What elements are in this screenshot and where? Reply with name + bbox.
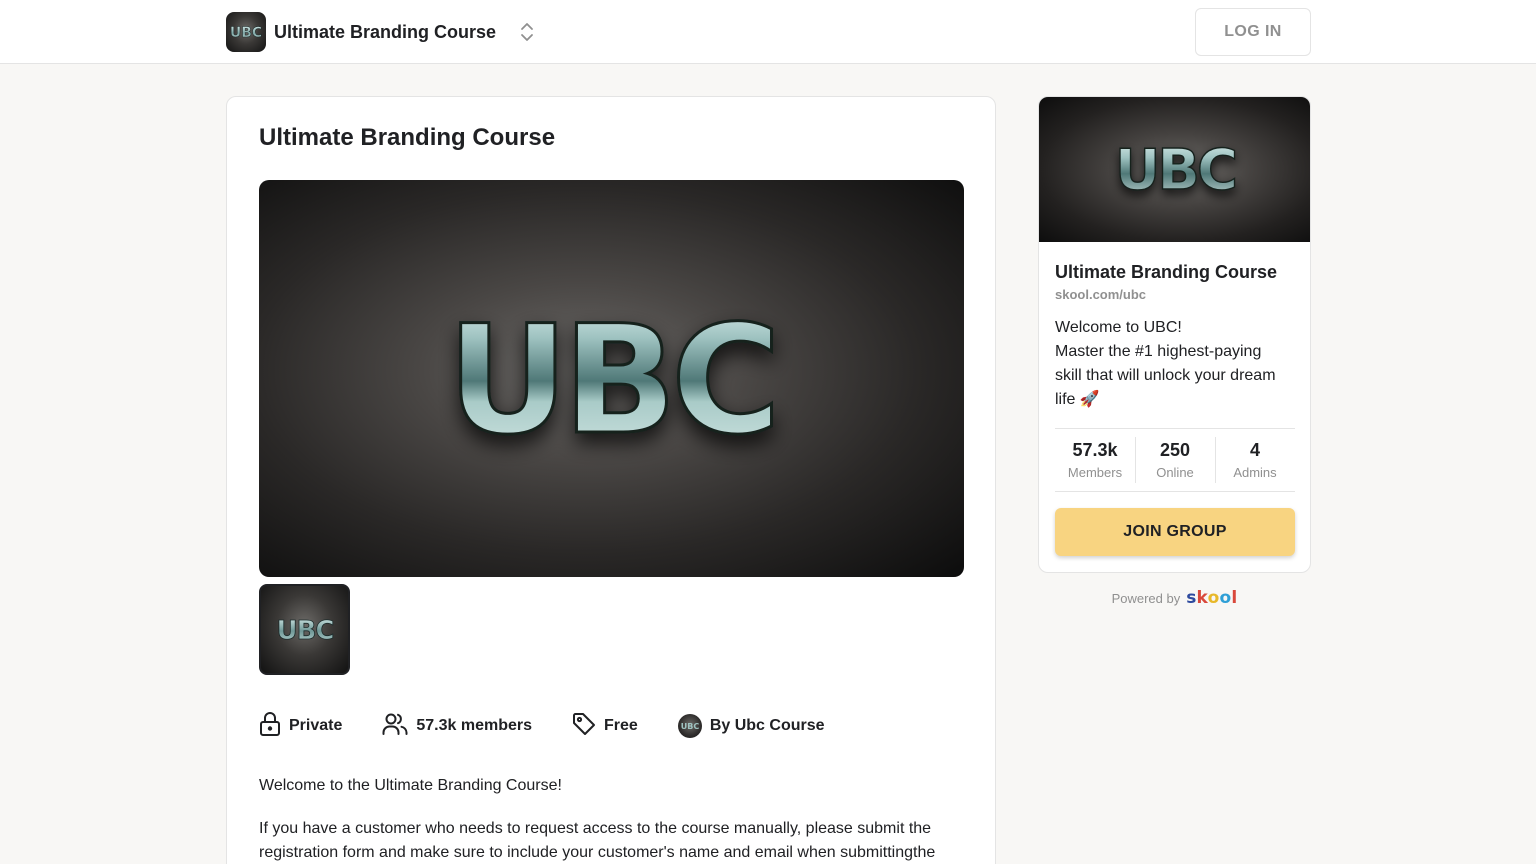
join-group-button[interactable]: JOIN GROUP [1055, 508, 1295, 556]
description-intro: Welcome to the Ultimate Branding Course! [259, 777, 562, 794]
skool-letter: s [1186, 588, 1197, 608]
skool-letter: l [1231, 588, 1238, 608]
privacy-info: Private [259, 711, 342, 742]
stat-online[interactable]: 250 Online [1135, 429, 1215, 491]
description-line: skill that will unlock your dream [1055, 367, 1276, 384]
group-logo-text: UBC [230, 25, 262, 40]
thumbnail-logo-text: UBC [276, 616, 333, 645]
group-short-description: Welcome to UBC! Master the #1 highest-pa… [1055, 316, 1295, 412]
stat-value: 57.3k [1072, 440, 1118, 460]
group-title: Ultimate Branding Course [1055, 262, 1278, 282]
privacy-label: Private [289, 717, 343, 734]
cover-logo-text: UBC [1115, 138, 1235, 203]
group-meta-row: Private 57.3k members Free UBC By Ubc Co… [259, 711, 865, 742]
group-url[interactable]: skool.com/ubc [1055, 287, 1146, 302]
owner-info[interactable]: UBC By Ubc Course [677, 714, 825, 738]
stat-members[interactable]: 57.3k Members [1055, 429, 1135, 491]
stat-admins[interactable]: 4 Admins [1215, 429, 1295, 491]
group-switcher[interactable]: UBC Ultimate Branding Course [226, 12, 536, 52]
hero-logo-text: UBC [447, 294, 775, 468]
page-title: Ultimate Branding Course [259, 124, 556, 151]
users-icon [382, 712, 408, 741]
price-label: Free [604, 717, 638, 734]
group-logo: UBC [226, 12, 266, 52]
powered-by-footer: Powered by skool [1038, 588, 1311, 608]
description-line: Welcome to UBC! [1055, 319, 1182, 336]
description-body: If you have a customer who needs to requ… [259, 820, 936, 861]
svg-text:UBC: UBC [681, 722, 700, 731]
skool-letter: o [1219, 588, 1232, 608]
description-line: Master the #1 highest-paying [1055, 343, 1262, 360]
skool-letter: k [1196, 588, 1208, 608]
stat-label: Members [1067, 465, 1123, 480]
members-info: 57.3k members [382, 712, 532, 741]
hero-image: UBC [259, 180, 964, 577]
chevron-up-down-icon[interactable] [518, 20, 536, 44]
tag-icon [572, 712, 596, 741]
stat-value: 4 [1249, 440, 1260, 460]
lock-icon [259, 711, 281, 742]
gallery-thumbnail[interactable]: UBC [259, 584, 350, 675]
stat-label: Online [1156, 465, 1194, 480]
group-summary-card: UBC Ultimate Branding Course skool.com/u… [1038, 96, 1311, 573]
login-button[interactable]: LOG IN [1195, 8, 1311, 56]
group-name: Ultimate Branding Course [274, 21, 497, 42]
owner-label: By Ubc Course [709, 717, 825, 734]
top-navigation-bar: UBC Ultimate Branding Course LOG IN [0, 0, 1536, 64]
group-cover-image: UBC [1039, 97, 1310, 242]
price-info: Free [572, 712, 638, 741]
members-count: 57.3k members [416, 717, 533, 734]
powered-by-label: Powered by [1111, 590, 1181, 606]
stat-label: Admins [1233, 465, 1277, 480]
owner-avatar: UBC [677, 714, 702, 738]
description-line: life 🚀 [1055, 391, 1100, 408]
skool-letter: o [1207, 588, 1220, 608]
skool-logo[interactable]: skool [1186, 588, 1237, 608]
group-about-card: Ultimate Branding Course UBC UBC Private… [226, 96, 996, 864]
stat-value: 250 [1159, 440, 1191, 460]
group-stats: 57.3k Members 250 Online 4 Admins [1055, 428, 1295, 492]
